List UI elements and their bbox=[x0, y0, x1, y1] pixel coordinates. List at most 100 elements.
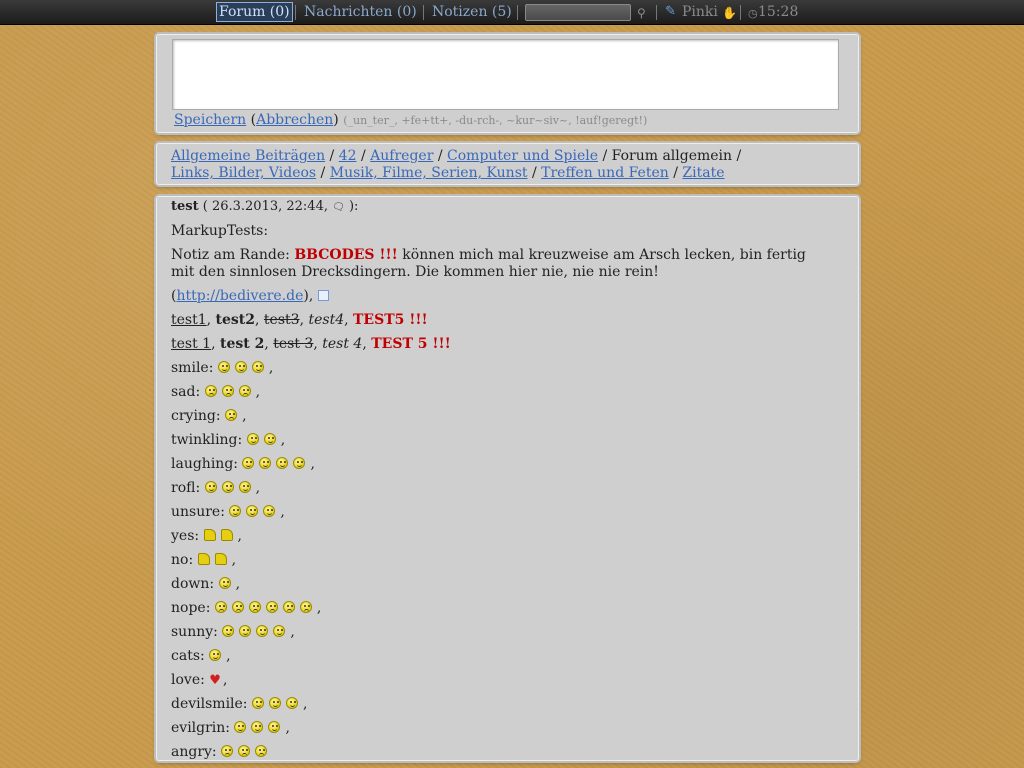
smiley-label: yes: bbox=[171, 528, 204, 544]
smiley-label: no: bbox=[171, 552, 198, 568]
thumb-icon bbox=[197, 553, 210, 565]
smiley-row: nope: , bbox=[171, 600, 858, 617]
link-close: ), bbox=[303, 288, 314, 304]
external-link[interactable]: http://bedivere.de bbox=[176, 288, 303, 304]
sad-smiley-icon bbox=[299, 601, 312, 613]
crumb-current: Forum allgemein bbox=[611, 148, 733, 164]
smiley-icon bbox=[293, 457, 306, 469]
smiley-label: angry: bbox=[171, 744, 222, 760]
note-editor: Speichern (Abbrechen) (_un_ter_, +fe+tt+… bbox=[156, 34, 859, 133]
smiley-icon bbox=[251, 697, 264, 709]
smiley-list: smile: , sad: , crying: , twinkling: , laugh… bbox=[171, 360, 858, 761]
crumb-musik[interactable]: Musik, Filme, Serien, Kunst bbox=[330, 165, 528, 181]
sad-smiley-icon bbox=[238, 745, 251, 757]
smiley-row: no: , bbox=[171, 552, 858, 569]
nav-notes[interactable]: Notizen (5) bbox=[432, 3, 512, 21]
sad-smiley-icon bbox=[221, 385, 234, 397]
crumb-42[interactable]: 42 bbox=[339, 148, 357, 164]
user-name[interactable]: Pinki bbox=[682, 3, 718, 21]
smiley-label: unsure: bbox=[171, 504, 230, 520]
markup-strike: test3 bbox=[263, 312, 300, 328]
markup-underline: test 1 bbox=[171, 336, 212, 352]
separator: , bbox=[222, 672, 228, 688]
smiley-row: cats: , bbox=[171, 648, 858, 665]
save-link[interactable]: Speichern bbox=[174, 112, 246, 128]
sad-smiley-icon bbox=[282, 601, 295, 613]
sad-smiley-icon bbox=[248, 601, 261, 613]
smiley-icon bbox=[259, 457, 272, 469]
crumb-links[interactable]: Links, Bilder, Videos bbox=[171, 165, 316, 181]
note-textarea[interactable] bbox=[172, 39, 839, 110]
smiley-label: cats: bbox=[171, 648, 210, 664]
crumb-computer[interactable]: Computer und Spiele bbox=[447, 148, 598, 164]
smiley-icon bbox=[285, 697, 298, 709]
breadcrumb: Allgemeine Beiträgen / 42 / Aufreger / C… bbox=[156, 143, 859, 185]
sad-smiley-icon bbox=[214, 601, 227, 613]
markup-row-1: test1, test2, test3, test4, TEST5 !!! bbox=[171, 312, 428, 328]
smiley-icon bbox=[273, 625, 286, 637]
separator: , bbox=[285, 720, 290, 736]
smiley-icon bbox=[229, 505, 242, 517]
separator: , bbox=[235, 576, 241, 592]
smiley-icon bbox=[251, 721, 264, 733]
markup-bold: test2 bbox=[215, 312, 256, 328]
smiley-icon bbox=[246, 433, 259, 445]
edit-icon[interactable] bbox=[317, 290, 329, 301]
sad-smiley-icon bbox=[255, 745, 268, 757]
smiley-icon bbox=[246, 505, 259, 517]
crumb-aufreger[interactable]: Aufreger bbox=[370, 148, 433, 164]
nav-divider bbox=[740, 5, 741, 20]
smiley-row: yes: , bbox=[171, 528, 858, 545]
separator: , bbox=[290, 624, 295, 640]
post-author[interactable]: test bbox=[171, 199, 199, 214]
smiley-row: sunny: , bbox=[171, 624, 858, 641]
separator: , bbox=[268, 360, 274, 376]
post-link-line: (http://bedivere.de), bbox=[171, 288, 858, 305]
smiley-icon bbox=[217, 361, 230, 373]
smiley-row: love: ♥, bbox=[171, 672, 858, 689]
heart-icon: ♥ bbox=[209, 673, 221, 688]
separator: , bbox=[310, 456, 315, 472]
smiley-icon bbox=[209, 649, 222, 661]
smiley-label: sunny: bbox=[171, 624, 223, 640]
smiley-icon bbox=[222, 625, 235, 637]
smiley-icon bbox=[234, 721, 247, 733]
smiley-row: smile: , bbox=[171, 360, 858, 377]
search-icon[interactable]: ⚲ bbox=[637, 4, 646, 22]
post-notice: Notiz am Rande: BBCODES !!! können mich … bbox=[171, 247, 831, 281]
separator: , bbox=[237, 528, 242, 544]
hand-icon[interactable]: ✋ bbox=[722, 4, 737, 22]
smiley-label: rofl: bbox=[171, 480, 205, 496]
smiley-row: devilsmile: , bbox=[171, 696, 858, 713]
post-meta: ( 26.3.2013, 22:44, bbox=[198, 199, 333, 214]
smiley-icon bbox=[268, 697, 281, 709]
cancel-link[interactable]: Abbrechen bbox=[256, 112, 333, 128]
markup-row-2: test 1, test 2, test 3, test 4, TEST 5 !… bbox=[171, 336, 451, 352]
separator: , bbox=[242, 408, 247, 424]
smiley-label: sad: bbox=[171, 384, 205, 400]
smiley-row: laughing: , bbox=[171, 456, 858, 473]
post-header: test ( 26.3.2013, 22:44, 🗨 ): bbox=[171, 199, 858, 216]
smiley-row: rofl: , bbox=[171, 480, 858, 497]
markup-strike: test 3 bbox=[273, 336, 314, 352]
nav-forum[interactable]: Forum (0) bbox=[216, 2, 293, 22]
crumb-allgemeine[interactable]: Allgemeine Beiträgen bbox=[171, 148, 325, 164]
sad-smiley-icon bbox=[225, 409, 238, 421]
smiley-icon bbox=[221, 481, 234, 493]
search-input[interactable] bbox=[525, 4, 631, 21]
smiley-label: twinkling: bbox=[171, 432, 247, 448]
smiley-icon bbox=[276, 457, 289, 469]
smiley-icon bbox=[204, 481, 217, 493]
crumb-zitate[interactable]: Zitate bbox=[682, 165, 724, 181]
smiley-label: down: bbox=[171, 576, 219, 592]
nav-messages[interactable]: Nachrichten (0) bbox=[304, 3, 417, 21]
nav-divider bbox=[295, 5, 296, 20]
smiley-icon bbox=[239, 625, 252, 637]
comment-icon[interactable]: 🗨 bbox=[332, 202, 345, 213]
clock-time: 15:28 bbox=[758, 4, 799, 20]
smiley-icon bbox=[218, 577, 231, 589]
tool-icon[interactable]: ✎ bbox=[665, 3, 676, 21]
editor-actions: Speichern (Abbrechen) (_un_ter_, +fe+tt+… bbox=[174, 112, 647, 128]
smiley-icon bbox=[263, 505, 276, 517]
crumb-treffen[interactable]: Treffen und Feten bbox=[541, 165, 669, 181]
